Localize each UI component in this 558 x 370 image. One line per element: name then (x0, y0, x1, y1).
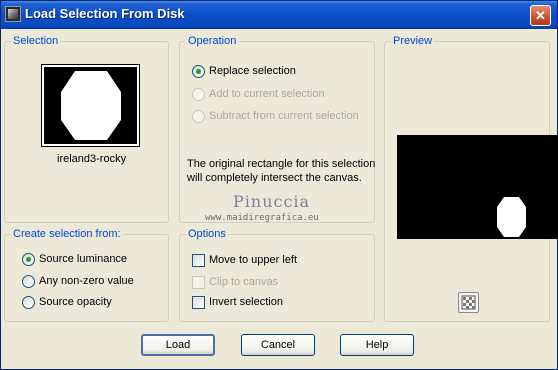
preview-toggle-button[interactable] (458, 292, 479, 313)
selection-thumbnail[interactable] (41, 64, 140, 147)
move-to-upper-left-label[interactable]: Move to upper left (209, 254, 297, 266)
octagon-shape-icon (45, 68, 136, 143)
load-button[interactable]: Load (141, 334, 215, 356)
add-to-selection-radio[interactable] (192, 88, 205, 101)
source-luminance-label[interactable]: Source luminance (39, 253, 127, 265)
options-legend: Options (186, 228, 228, 240)
add-to-selection-label[interactable]: Add to current selection (209, 88, 325, 100)
help-button[interactable]: Help (340, 334, 414, 356)
source-opacity-label[interactable]: Source opacity (39, 296, 112, 308)
preview-group: Preview (384, 35, 558, 322)
clip-to-canvas-checkbox[interactable] (192, 276, 205, 289)
window-title: Load Selection From Disk (25, 6, 185, 21)
options-group: Options Move to upper left Clip to canva… (179, 228, 375, 322)
operation-info-line-2: will completely intersect the canvas. (187, 172, 362, 184)
create-selection-group: Create selection from: Source luminance … (4, 228, 169, 322)
source-opacity-radio[interactable] (22, 296, 35, 309)
preview-canvas (397, 135, 558, 239)
watermark-url: www.maidiregrafica.eu (205, 213, 319, 223)
selection-legend: Selection (11, 35, 61, 47)
clip-to-canvas-label[interactable]: Clip to canvas (209, 276, 278, 288)
operation-legend: Operation (186, 35, 239, 47)
replace-selection-radio[interactable] (192, 65, 205, 78)
cancel-button[interactable]: Cancel (241, 334, 315, 356)
replace-selection-label[interactable]: Replace selection (209, 65, 296, 77)
subtract-selection-radio[interactable] (192, 110, 205, 123)
invert-selection-label[interactable]: Invert selection (209, 296, 283, 308)
close-icon: ✕ (535, 8, 546, 23)
operation-info-line-1: The original rectangle for this selectio… (187, 158, 376, 170)
non-zero-value-radio[interactable] (22, 275, 35, 288)
invert-selection-checkbox[interactable] (192, 296, 205, 309)
preview-selection-shape (497, 197, 526, 237)
move-to-upper-left-checkbox[interactable] (192, 254, 205, 267)
dialog-window: Load Selection From Disk ✕ Selection ire… (0, 0, 558, 370)
close-button[interactable]: ✕ (530, 5, 551, 26)
subtract-selection-label[interactable]: Subtract from current selection (209, 110, 359, 122)
create-selection-legend: Create selection from: (11, 228, 123, 240)
app-icon (5, 6, 21, 22)
title-bar[interactable]: Load Selection From Disk ✕ (1, 1, 557, 29)
selection-group: Selection ireland3-rocky (4, 35, 169, 223)
source-luminance-radio[interactable] (22, 253, 35, 266)
non-zero-value-label[interactable]: Any non-zero value (39, 275, 134, 287)
selection-name: ireland3-rocky (57, 153, 127, 165)
preview-legend: Preview (391, 35, 435, 47)
checkerboard-icon (461, 295, 476, 310)
watermark-title: Pinuccia (233, 192, 311, 211)
